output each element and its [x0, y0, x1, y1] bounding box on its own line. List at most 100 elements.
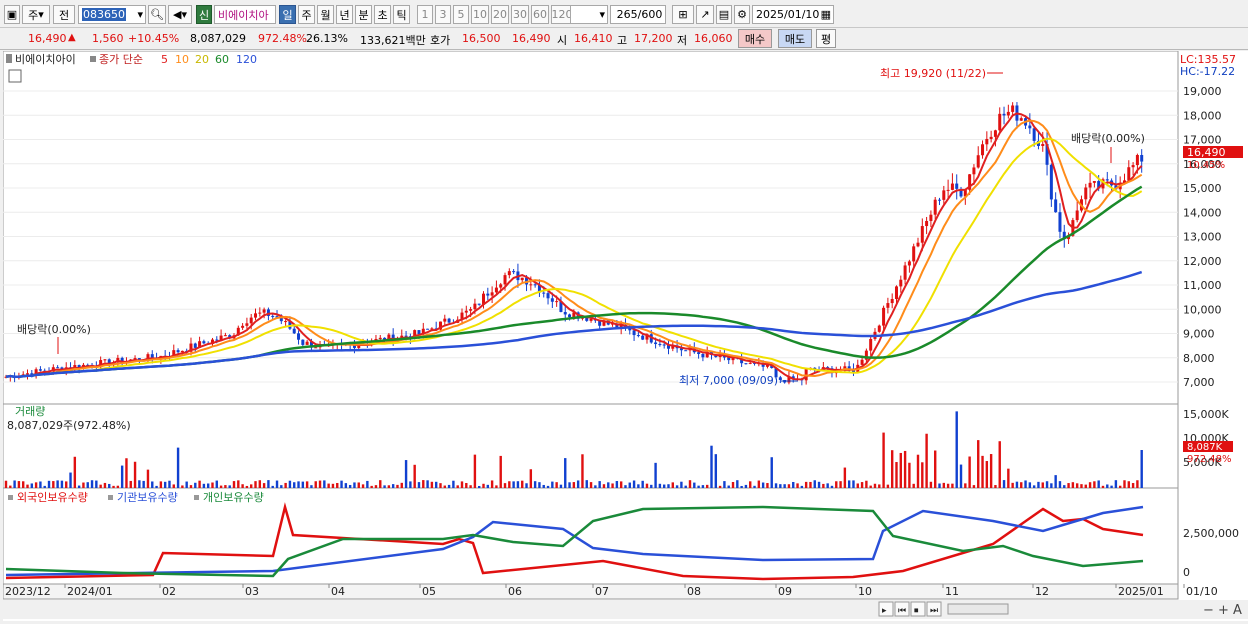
volume-bar	[886, 484, 890, 488]
stock-chart[interactable]: 19,00018,00017,00016,00015,00014,00013,0…	[2, 50, 1248, 621]
volume-bar	[1136, 480, 1139, 488]
volume-bar	[809, 481, 812, 488]
volume-bar	[1037, 481, 1040, 488]
count-total: /600	[637, 8, 663, 21]
volume-bar	[86, 482, 89, 488]
volume-bar	[224, 485, 227, 488]
volume-bar	[460, 481, 464, 488]
prev-button[interactable]: 전	[53, 5, 75, 24]
volume-bar	[796, 483, 799, 488]
volume-bar	[981, 455, 984, 488]
market-select[interactable]: 주 ▾	[22, 5, 50, 24]
volume-bar	[602, 484, 606, 488]
volume-bar	[331, 483, 335, 488]
candle-body	[989, 136, 993, 139]
layout-icon[interactable]: ▣	[4, 5, 20, 24]
candle-body	[297, 333, 301, 340]
period-1-button[interactable]: 주	[298, 5, 315, 24]
ma-period-label: 10	[175, 53, 189, 66]
volume-bar	[839, 481, 842, 488]
interval-5-button[interactable]: 30	[511, 5, 529, 24]
save-icon[interactable]: ▤	[716, 5, 732, 24]
candle-body	[916, 242, 920, 247]
volume-bar	[744, 484, 748, 488]
volume-bar	[95, 480, 98, 488]
volume-bar	[878, 484, 881, 488]
volume-bar	[813, 480, 816, 488]
volume-bar	[159, 481, 163, 488]
volume-bar	[1045, 481, 1049, 488]
chart-area[interactable]: 19,000 18,000 17,000 16,000 15,000 14,000 13,0…	[2, 50, 1248, 621]
crosshair-icon[interactable]: ↗	[696, 5, 714, 24]
volume-bar	[447, 484, 451, 488]
date-field[interactable]: 2025/01/10 ▦	[752, 5, 834, 24]
candle-body	[464, 310, 468, 313]
volume-bar	[951, 483, 954, 488]
volume-bar	[396, 484, 399, 488]
volume-bar	[852, 480, 855, 488]
interval-4-button[interactable]: 20	[491, 5, 509, 24]
candle-body	[176, 350, 180, 353]
volume-bar	[357, 482, 360, 488]
interval-1-button[interactable]: 3	[435, 5, 451, 24]
candle-body	[254, 313, 258, 318]
candle-body	[103, 359, 107, 361]
interval-select[interactable]: ▾	[570, 5, 608, 24]
volume-bar	[667, 484, 670, 488]
candle-body	[1131, 165, 1135, 168]
avg-button[interactable]: 평	[816, 29, 836, 48]
volume-bar	[1020, 482, 1023, 488]
gear-icon[interactable]: ⚙	[734, 5, 750, 24]
candle-body	[486, 293, 490, 296]
volume-bar	[525, 483, 528, 488]
volume-bar	[39, 481, 42, 488]
sell-button[interactable]: 매도	[778, 29, 812, 48]
volume-bar	[977, 440, 980, 488]
period-0-button[interactable]: 일	[279, 5, 296, 24]
volume-bar	[624, 485, 627, 488]
zoom-icon: − + A	[1203, 603, 1242, 618]
period-3-button[interactable]: 년	[336, 5, 353, 24]
volume-bar	[521, 480, 524, 488]
period-4-button[interactable]: 분	[355, 5, 372, 24]
volume-bar	[391, 484, 395, 488]
period-6-button[interactable]: 틱	[393, 5, 410, 24]
volume-bar	[968, 456, 971, 488]
interval-0-button[interactable]: 1	[417, 5, 433, 24]
volume-bar	[645, 483, 649, 488]
x-axis-label: 07	[595, 585, 609, 598]
period-5-button[interactable]: 초	[374, 5, 391, 24]
buy-button[interactable]: 매수	[738, 29, 772, 48]
candle-body	[469, 309, 473, 311]
speaker-icon[interactable]: ◀▾	[168, 5, 192, 24]
volume-bar	[770, 457, 773, 488]
grid-icon[interactable]: ⊞	[672, 5, 694, 24]
candle-body	[1105, 179, 1109, 181]
volume-bar	[792, 481, 795, 488]
candle-body	[550, 298, 554, 302]
volume-bar	[499, 455, 502, 488]
volume-title: 거래량	[15, 405, 45, 418]
volume-bar	[90, 480, 94, 488]
volume-bar	[654, 462, 657, 488]
volume-bar	[607, 482, 610, 488]
candle-body	[938, 199, 942, 201]
interval-2-button[interactable]: 5	[453, 5, 469, 24]
period-2-button[interactable]: 월	[317, 5, 334, 24]
candle-body	[860, 359, 864, 365]
interval-3-button[interactable]: 10	[471, 5, 489, 24]
count-field[interactable]: 265/600	[610, 5, 666, 24]
stock-code-input[interactable]: 083650 ▾	[78, 5, 146, 24]
candle-body	[494, 287, 498, 293]
search-icon[interactable]: 🔍︎	[148, 5, 166, 24]
volume-bar	[619, 481, 623, 488]
stock-name-field[interactable]: 비에이치아	[214, 5, 276, 24]
candle-body	[314, 347, 318, 349]
candle-body	[1135, 154, 1139, 166]
volume-bar	[280, 485, 283, 488]
candle-body	[1041, 144, 1045, 146]
interval-6-button[interactable]: 60	[531, 5, 549, 24]
volume-bar	[822, 483, 825, 488]
price-change: 1,560	[92, 32, 124, 45]
dividend-annotation-right: 배당락(0.00%)	[1071, 132, 1145, 145]
